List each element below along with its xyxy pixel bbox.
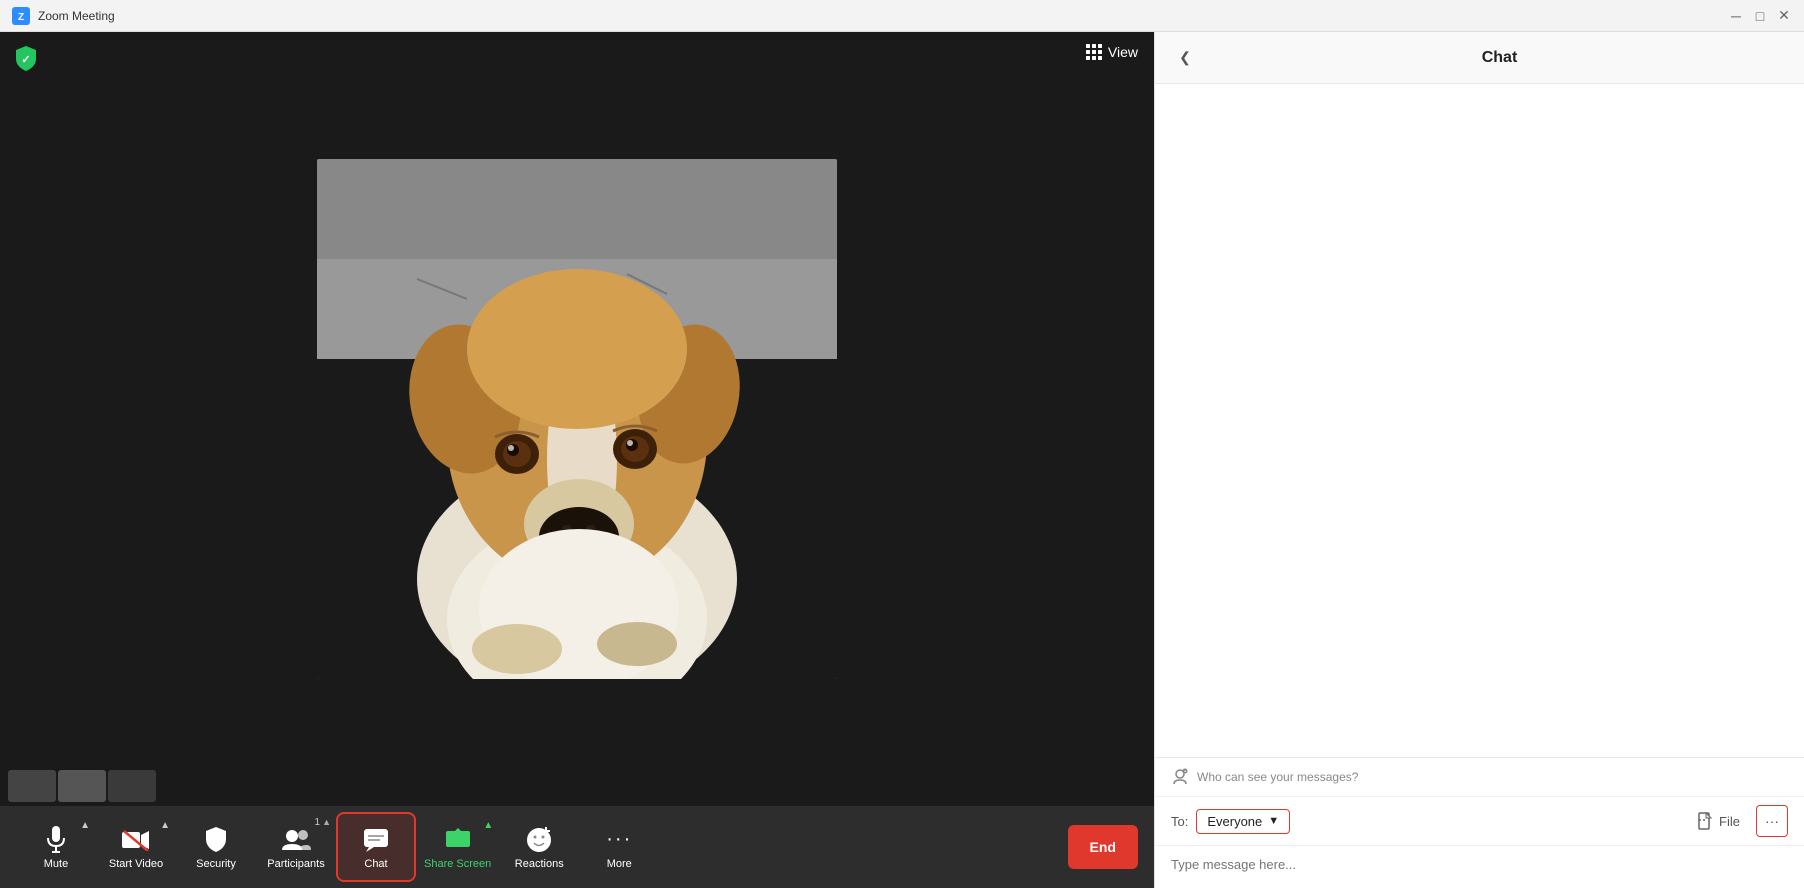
meeting-area: ✓ View [0,32,1154,888]
chat-input[interactable] [1171,857,1788,872]
participant-video [317,159,837,679]
participant-thumb [8,770,56,802]
title-bar: Z Zoom Meeting ─ □ ✕ [0,0,1804,32]
chat-file-button[interactable]: File [1697,812,1740,830]
participant-thumb [58,770,106,802]
share-screen-icon [444,825,472,855]
chat-to-value: Everyone [1207,814,1262,829]
chat-icon [363,825,389,855]
video-area: ✓ View [0,32,1154,806]
chat-messages-area[interactable] [1155,84,1804,757]
shield-icon: ✓ [12,44,40,72]
mute-label: Mute [44,858,68,870]
more-icon: ··· [606,825,632,855]
more-button[interactable]: ··· More [579,812,659,882]
chat-to-label: To: [1171,814,1188,829]
file-icon [1697,812,1713,830]
security-icon [204,825,228,855]
visibility-icon: + [1171,768,1189,786]
grid-icon [1086,44,1102,60]
participants-count: 1 [314,817,320,828]
participants-strip [0,766,166,806]
participants-button[interactable]: Participants ▲ 1 [256,812,336,882]
minimize-button[interactable]: ─ [1728,8,1744,24]
participants-arrow: ▲ [322,817,331,827]
maximize-button[interactable]: □ [1752,8,1768,24]
svg-text:✓: ✓ [21,54,30,66]
start-video-button[interactable]: Start Video ▲ [96,812,176,882]
chevron-left-icon: ❮ [1179,49,1191,66]
window-controls: ─ □ ✕ [1728,8,1792,24]
file-label: File [1719,814,1740,829]
chat-header: ❮ Chat [1155,32,1804,84]
mute-button[interactable]: Mute ▲ [16,812,96,882]
chat-more-icon: ··· [1765,813,1779,829]
share-screen-label: Share Screen [424,858,491,870]
share-screen-button[interactable]: Share Screen ▲ [416,812,499,882]
security-badge: ✓ [12,44,40,77]
chat-label: Chat [364,858,387,870]
participants-icon [280,825,312,855]
share-screen-arrow: ▲ [483,820,493,831]
window-title: Zoom Meeting [38,9,1728,23]
chat-collapse-button[interactable]: ❮ [1171,44,1199,72]
reactions-label: Reactions [515,858,564,870]
main-container: ✓ View [0,32,1804,888]
video-icon [122,825,150,855]
mute-arrow: ▲ [80,820,90,831]
zoom-logo: Z [12,7,30,25]
security-button[interactable]: Security [176,812,256,882]
mic-icon [44,825,68,855]
view-button[interactable]: View [1086,44,1138,60]
chat-title: Chat [1211,49,1788,67]
close-button[interactable]: ✕ [1776,8,1792,24]
start-video-label: Start Video [109,858,163,870]
view-label: View [1108,44,1138,60]
dropdown-chevron-icon: ▼ [1268,815,1279,827]
reactions-icon [526,825,552,855]
start-video-arrow: ▲ [160,820,170,831]
chat-input-row [1155,846,1804,888]
chat-to-row: To: Everyone ▼ File ··· [1155,797,1804,846]
chat-more-button[interactable]: ··· [1756,805,1788,837]
chat-visibility-note: + Who can see your messages? [1155,758,1804,797]
svg-text:Z: Z [18,12,24,23]
more-label: More [607,858,632,870]
security-label: Security [196,858,236,870]
visibility-text: Who can see your messages? [1197,770,1358,784]
chat-button[interactable]: Chat [336,812,416,882]
reactions-button[interactable]: Reactions [499,812,579,882]
participant-thumb [108,770,156,802]
end-button[interactable]: End [1068,825,1138,869]
toolbar: Mute ▲ Start Video ▲ [0,806,1154,888]
participants-label: Participants [267,858,324,870]
chat-to-dropdown[interactable]: Everyone ▼ [1196,809,1290,834]
chat-panel: ❮ Chat + Who can see your messages? To: [1154,32,1804,888]
chat-footer: + Who can see your messages? To: Everyon… [1155,757,1804,888]
